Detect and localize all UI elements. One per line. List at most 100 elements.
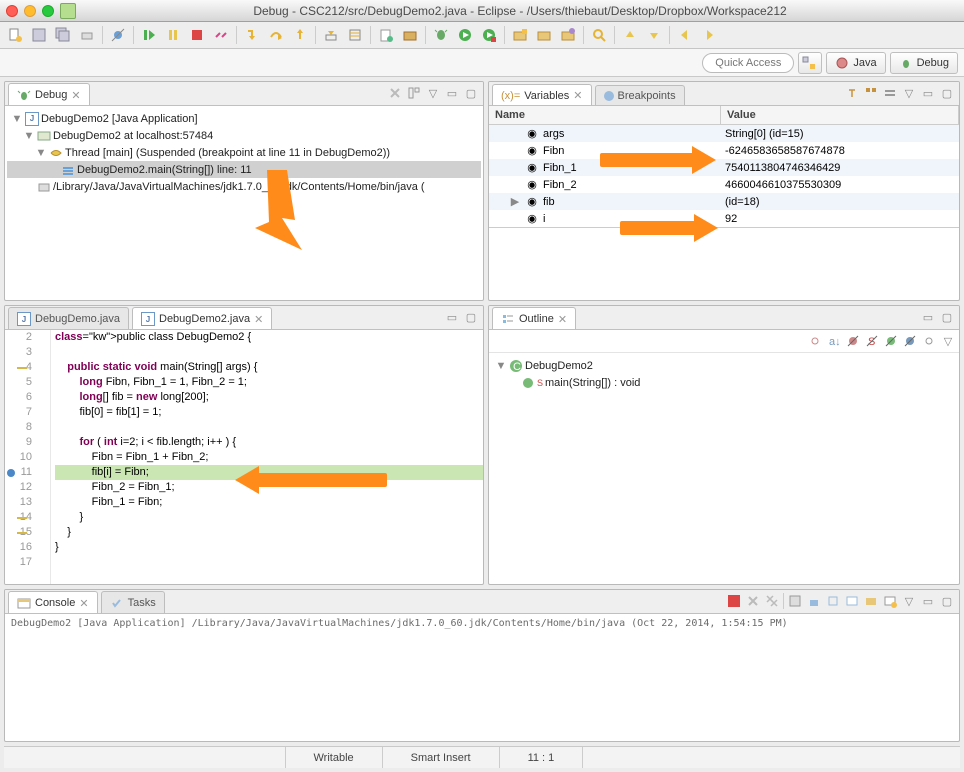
step-filters-button[interactable] — [344, 24, 366, 46]
debug-tree-item[interactable]: ▼JDebugDemo2 [Java Application] — [7, 110, 481, 127]
close-tab-icon[interactable]: ✕ — [558, 313, 567, 326]
debug-tree-item[interactable]: ▼Thread [main] (Suspended (breakpoint at… — [7, 144, 481, 161]
close-tab-icon[interactable]: ✕ — [79, 597, 88, 610]
console-clear-button[interactable] — [787, 593, 803, 609]
debug-tree-item[interactable]: /Library/Java/JavaVirtualMachines/jdk1.7… — [7, 178, 481, 195]
outline-maximize-button[interactable]: ▢ — [939, 309, 955, 325]
new-button[interactable] — [4, 24, 26, 46]
editor-maximize-button[interactable]: ▢ — [463, 309, 479, 325]
disconnect-button[interactable] — [210, 24, 232, 46]
variable-row[interactable]: ◉Fibn_17540113804746346429 — [489, 159, 959, 176]
save-all-button[interactable] — [52, 24, 74, 46]
zoom-window-button[interactable] — [42, 5, 54, 17]
open-task-button[interactable] — [557, 24, 579, 46]
suspend-button[interactable] — [162, 24, 184, 46]
debug-tree-item-selected[interactable]: DebugDemo2.main(String[]) line: 11 — [7, 161, 481, 178]
step-return-button[interactable] — [289, 24, 311, 46]
console-remove-button[interactable] — [745, 593, 761, 609]
vars-minimize-button[interactable]: ▭ — [920, 85, 936, 101]
hide-static-button[interactable]: S — [864, 333, 880, 349]
debug-view-tab[interactable]: Debug ✕ — [8, 83, 90, 105]
prev-annotation-button[interactable] — [643, 24, 665, 46]
next-annotation-button[interactable] — [619, 24, 641, 46]
sort-button[interactable]: a↓z — [826, 333, 842, 349]
editor-tab-inactive[interactable]: JDebugDemo.java — [8, 307, 129, 329]
skip-breakpoints-button[interactable] — [107, 24, 129, 46]
java-perspective-button[interactable]: Java — [826, 52, 885, 74]
variable-row[interactable]: ◉Fibn_24660046610375530309 — [489, 176, 959, 193]
outline-tree[interactable]: ▼CDebugDemo2 S main(String[]) : void — [489, 353, 959, 584]
debug-remove-button[interactable] — [387, 85, 403, 101]
variable-row[interactable]: ◉argsString[0] (id=15) — [489, 125, 959, 142]
console-scroll-lock-button[interactable] — [806, 593, 822, 609]
console-text[interactable]: DebugDemo2 [Java Application] /Library/J… — [5, 614, 959, 633]
vars-maximize-button[interactable]: ▢ — [939, 85, 955, 101]
variable-row[interactable]: ◉i92 — [489, 210, 959, 227]
expand-icon[interactable]: ▶ — [509, 195, 521, 208]
debug-perspective-button[interactable]: Debug — [890, 52, 958, 74]
debug-tree-item[interactable]: ▼DebugDemo2 at localhost:57484 — [7, 127, 481, 144]
console-minimize-button[interactable]: ▭ — [920, 593, 936, 609]
console-remove-all-button[interactable] — [764, 593, 780, 609]
close-tab-icon[interactable]: ✕ — [71, 89, 80, 102]
code-editor[interactable]: 234567891011121314151617 class="kw">publ… — [5, 330, 483, 584]
drop-to-frame-button[interactable] — [320, 24, 342, 46]
show-logical-button[interactable] — [863, 85, 879, 101]
close-tab-icon[interactable]: ✕ — [573, 89, 582, 102]
link-editor-button[interactable] — [921, 333, 937, 349]
console-terminate-button[interactable] — [726, 593, 742, 609]
editor-gutter[interactable]: 234567891011121314151617 — [5, 330, 51, 584]
show-type-names-button[interactable] — [844, 85, 860, 101]
console-display-button[interactable] — [844, 593, 860, 609]
focus-button[interactable] — [807, 333, 823, 349]
quick-access-field[interactable]: Quick Access — [702, 53, 794, 73]
outline-item[interactable]: S main(String[]) : void — [491, 374, 957, 391]
new-package-button[interactable] — [399, 24, 421, 46]
outline-tab[interactable]: Outline✕ — [492, 307, 576, 329]
hide-fields-button[interactable] — [845, 333, 861, 349]
tasks-tab[interactable]: Tasks — [101, 591, 165, 613]
console-new-button[interactable] — [882, 593, 898, 609]
print-button[interactable] — [76, 24, 98, 46]
debug-menu-button[interactable]: ▽ — [425, 85, 441, 101]
open-type-button[interactable] — [533, 24, 555, 46]
variables-tab[interactable]: (x)=Variables✕ — [492, 84, 592, 105]
variable-row[interactable]: ▶◉fib(id=18) — [489, 193, 959, 210]
new-project-button[interactable] — [509, 24, 531, 46]
console-open-button[interactable] — [863, 593, 879, 609]
step-over-button[interactable] — [265, 24, 287, 46]
hide-nonpublic-button[interactable] — [883, 333, 899, 349]
outline-menu-button[interactable]: ▽ — [940, 333, 956, 349]
hide-local-button[interactable] — [902, 333, 918, 349]
variables-value-header[interactable]: Value — [721, 106, 959, 124]
save-button[interactable] — [28, 24, 50, 46]
run-dropdown-button[interactable] — [454, 24, 476, 46]
terminate-button[interactable] — [186, 24, 208, 46]
debug-maximize-button[interactable]: ▢ — [463, 85, 479, 101]
search-button[interactable] — [588, 24, 610, 46]
open-perspective-button[interactable] — [798, 52, 822, 74]
console-maximize-button[interactable]: ▢ — [939, 593, 955, 609]
console-menu-button[interactable]: ▽ — [901, 593, 917, 609]
console-tab[interactable]: Console✕ — [8, 591, 98, 613]
resume-button[interactable] — [138, 24, 160, 46]
outline-minimize-button[interactable]: ▭ — [920, 309, 936, 325]
debug-layout-button[interactable] — [406, 85, 422, 101]
editor-tab-active[interactable]: JDebugDemo2.java✕ — [132, 307, 272, 329]
step-into-button[interactable] — [241, 24, 263, 46]
console-pin-button[interactable] — [825, 593, 841, 609]
variable-detail-pane[interactable] — [489, 227, 959, 300]
forward-button[interactable] — [698, 24, 720, 46]
debug-tree[interactable]: ▼JDebugDemo2 [Java Application] ▼DebugDe… — [5, 106, 483, 300]
debug-dropdown-button[interactable] — [430, 24, 452, 46]
editor-minimize-button[interactable]: ▭ — [444, 309, 460, 325]
debug-minimize-button[interactable]: ▭ — [444, 85, 460, 101]
variables-name-header[interactable]: Name — [489, 106, 721, 124]
close-tab-icon[interactable]: ✕ — [254, 313, 263, 326]
run-last-button[interactable] — [478, 24, 500, 46]
vars-menu-button[interactable]: ▽ — [901, 85, 917, 101]
collapse-all-button[interactable] — [882, 85, 898, 101]
variable-row[interactable]: ◉Fibn-6246583658587674878 — [489, 142, 959, 159]
outline-item[interactable]: ▼CDebugDemo2 — [491, 357, 957, 374]
close-window-button[interactable] — [6, 5, 18, 17]
